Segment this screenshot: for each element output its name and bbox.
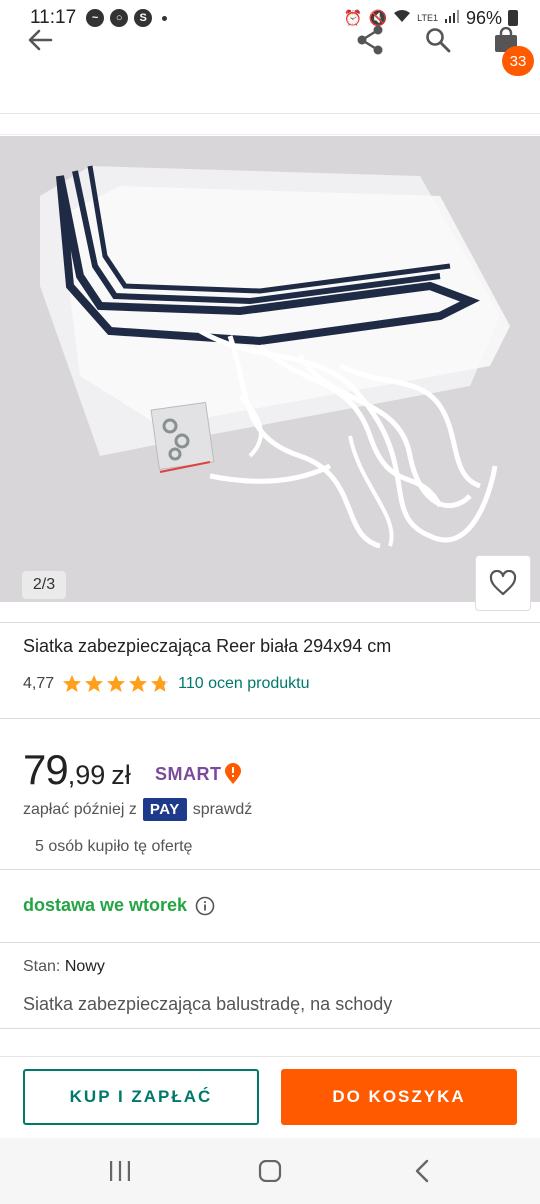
smart-pin-icon — [224, 763, 241, 784]
app-header — [0, 36, 540, 114]
description: Siatka zabezpieczająca balustradę, na sc… — [23, 994, 393, 1014]
rating-stars — [62, 674, 170, 694]
price-integer: 79 — [23, 746, 69, 793]
star-icon — [85, 675, 104, 692]
gallery-divider — [0, 622, 540, 623]
pay-badge: PAY — [142, 798, 187, 821]
title-divider — [0, 718, 540, 719]
system-back-button[interactable] — [406, 1156, 438, 1186]
price-decimal: ,99 — [67, 760, 106, 790]
product-image-gallery[interactable] — [0, 136, 540, 602]
search-icon — [426, 28, 451, 53]
notification-dot-icon — [162, 15, 168, 21]
product-title: Siatka zabezpieczająca Reer biała 294x94… — [23, 636, 392, 656]
pay-later-row: zapłać później z PAY sprawdź — [23, 798, 252, 821]
add-to-cart-button[interactable]: DO KOSZYKA — [281, 1069, 517, 1125]
buy-now-button[interactable]: KUP I ZAPŁAĆ — [23, 1069, 259, 1125]
home-button[interactable] — [254, 1156, 286, 1186]
skype-icon: S — [134, 9, 153, 27]
pay-later-link[interactable]: sprawdź — [193, 801, 253, 819]
price: 79 ,99 zł — [23, 746, 131, 794]
star-icon — [63, 675, 82, 692]
product-photo — [0, 136, 540, 602]
price-divider — [0, 869, 540, 870]
wifi-icon — [393, 9, 411, 27]
delivery-row[interactable]: dostawa we wtorek — [23, 895, 215, 916]
rating-value: 4,77 — [23, 675, 55, 692]
action-bar: KUP I ZAPŁAĆ DO KOSZYKA — [0, 1056, 540, 1138]
recents-button[interactable] — [104, 1156, 136, 1186]
share-button[interactable] — [352, 22, 388, 58]
heart-icon — [489, 570, 517, 596]
star-icon — [129, 675, 148, 692]
status-bar: 11:17 ~ ○ S ⏰ 🔇 LTE1 96% — [0, 0, 540, 36]
star-icon — [107, 675, 126, 692]
details-divider — [0, 1028, 540, 1029]
rating-row: 4,77 110 ocen produktu — [23, 674, 310, 694]
cart-count-badge: 33 — [502, 46, 534, 76]
price-currency: zł — [111, 760, 131, 790]
search-button[interactable] — [420, 22, 456, 58]
messenger-icon: ~ — [86, 9, 105, 27]
system-nav-bar — [0, 1138, 540, 1204]
home-icon — [258, 1160, 282, 1182]
wishlist-button[interactable] — [475, 555, 531, 611]
star-icon — [151, 675, 170, 692]
reviews-link[interactable]: 110 ocen produktu — [178, 675, 309, 693]
delivery-divider — [0, 942, 540, 943]
pay-later-prefix: zapłać później z — [23, 800, 137, 818]
info-icon[interactable] — [195, 896, 215, 916]
image-counter: 2/3 — [22, 571, 66, 599]
header-divider — [0, 134, 540, 135]
condition-row: Stan: Nowy — [23, 958, 105, 976]
bought-info: 5 osób kupiło tę ofertę — [35, 838, 193, 855]
smart-label: SMART — [155, 763, 222, 784]
share-icon — [357, 25, 383, 55]
recents-icon — [110, 1161, 130, 1181]
back-button[interactable] — [22, 22, 58, 58]
smart-badge[interactable]: SMART — [155, 763, 242, 785]
chevron-left-icon — [415, 1159, 429, 1183]
chrome-icon: ○ — [110, 9, 129, 27]
arrow-left-icon — [28, 29, 53, 51]
condition-label: Stan: — [23, 958, 61, 975]
condition-value: Nowy — [64, 958, 105, 975]
delivery-text: dostawa we wtorek — [23, 895, 188, 915]
